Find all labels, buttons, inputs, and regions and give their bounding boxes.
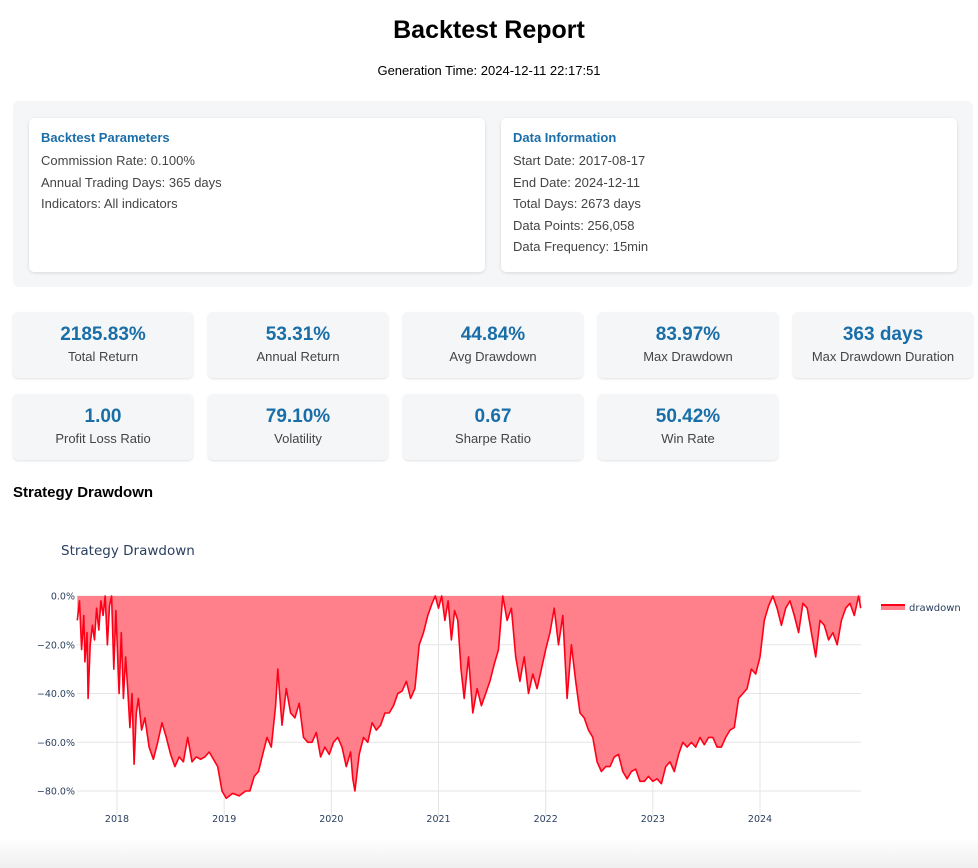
metric-avg-drawdown: 44.84% Avg Drawdown (403, 312, 583, 378)
metric-label: Max Drawdown Duration (811, 349, 955, 364)
metric-value: 1.00 (84, 406, 122, 427)
metric-value: 0.67 (474, 406, 512, 427)
metric-win-rate: 50.42% Win Rate (598, 394, 778, 460)
metric-annual-return: 53.31% Annual Return (208, 312, 388, 378)
x-tick-label: 2023 (641, 814, 665, 825)
metric-max-drawdown-duration: 363 days Max Drawdown Duration (793, 312, 973, 378)
backtest-parameters-card: Backtest Parameters Commission Rate: 0.1… (29, 118, 485, 272)
metric-value: 50.42% (655, 406, 721, 427)
indicators: Indicators: All indicators (41, 196, 178, 211)
data-points: Data Points: 256,058 (513, 217, 635, 233)
metric-value: 44.84% (460, 324, 526, 345)
annual-trading-days: Annual Trading Days: 365 days (41, 174, 222, 190)
metric-value: 363 days (842, 324, 924, 345)
y-tick-label: 0.0% (51, 592, 75, 603)
metric-value: 79.10% (265, 406, 331, 427)
card-title: Backtest Parameters (41, 130, 170, 145)
x-tick-label: 2021 (426, 814, 450, 825)
y-tick-label: −60.0% (37, 738, 75, 749)
data-frequency: Data Frequency: 15min (513, 239, 649, 254)
x-tick-label: 2024 (748, 814, 772, 825)
metric-label: Avg Drawdown (449, 349, 537, 364)
metric-label: Profit Loss Ratio (55, 431, 151, 446)
metric-label: Sharpe Ratio (455, 431, 531, 446)
metric-profit-loss-ratio: 1.00 Profit Loss Ratio (13, 394, 193, 460)
footer-fade (0, 838, 978, 868)
generation-time: Generation Time: 2024-12-11 22:17:51 (377, 63, 601, 78)
y-tick-label: −80.0% (37, 787, 75, 798)
metric-volatility: 79.10% Volatility (208, 394, 388, 460)
x-tick-label: 2020 (319, 814, 343, 825)
x-tick-label: 2018 (105, 814, 129, 825)
legend-label: drawdown (909, 603, 961, 614)
metric-label: Max Drawdown (643, 349, 733, 364)
report-title: Backtest Report (393, 16, 585, 44)
metric-value: 53.31% (265, 324, 331, 345)
metric-value: 2185.83% (60, 324, 146, 345)
y-tick-label: −20.0% (37, 640, 75, 651)
total-days: Total Days: 2673 days (513, 196, 641, 211)
x-tick-label: 2019 (212, 814, 236, 825)
drawdown-area (77, 596, 861, 799)
card-title: Data Information (513, 130, 617, 145)
section-title: Strategy Drawdown (13, 484, 154, 501)
metric-max-drawdown: 83.97% Max Drawdown (598, 312, 778, 378)
metric-sharpe-ratio: 0.67 Sharpe Ratio (403, 394, 583, 460)
legend[interactable]: drawdown (881, 603, 961, 614)
chart-title: Strategy Drawdown (61, 543, 195, 559)
start-date: Start Date: 2017-08-17 (513, 153, 646, 168)
metric-label: Win Rate (661, 431, 715, 446)
metric-value: 83.97% (655, 324, 721, 345)
end-date: End Date: 2024-12-11 (513, 174, 640, 190)
y-tick-label: −40.0% (37, 689, 75, 700)
metric-label: Total Return (67, 349, 139, 364)
metric-total-return: 2185.83% Total Return (13, 312, 193, 378)
commission-rate: Commission Rate: 0.100% (41, 153, 195, 168)
data-information-card: Data Information Start Date: 2017-08-17 … (501, 118, 957, 272)
drawdown-chart[interactable]: Strategy Drawdown 0.0% −20.0% −40.0% −60.0%… (0, 520, 978, 850)
metric-label: Volatility (274, 431, 322, 446)
x-tick-label: 2022 (534, 814, 558, 825)
info-section: Backtest Parameters Commission Rate: 0.1… (13, 101, 973, 287)
metric-label: Annual Return (256, 349, 340, 364)
